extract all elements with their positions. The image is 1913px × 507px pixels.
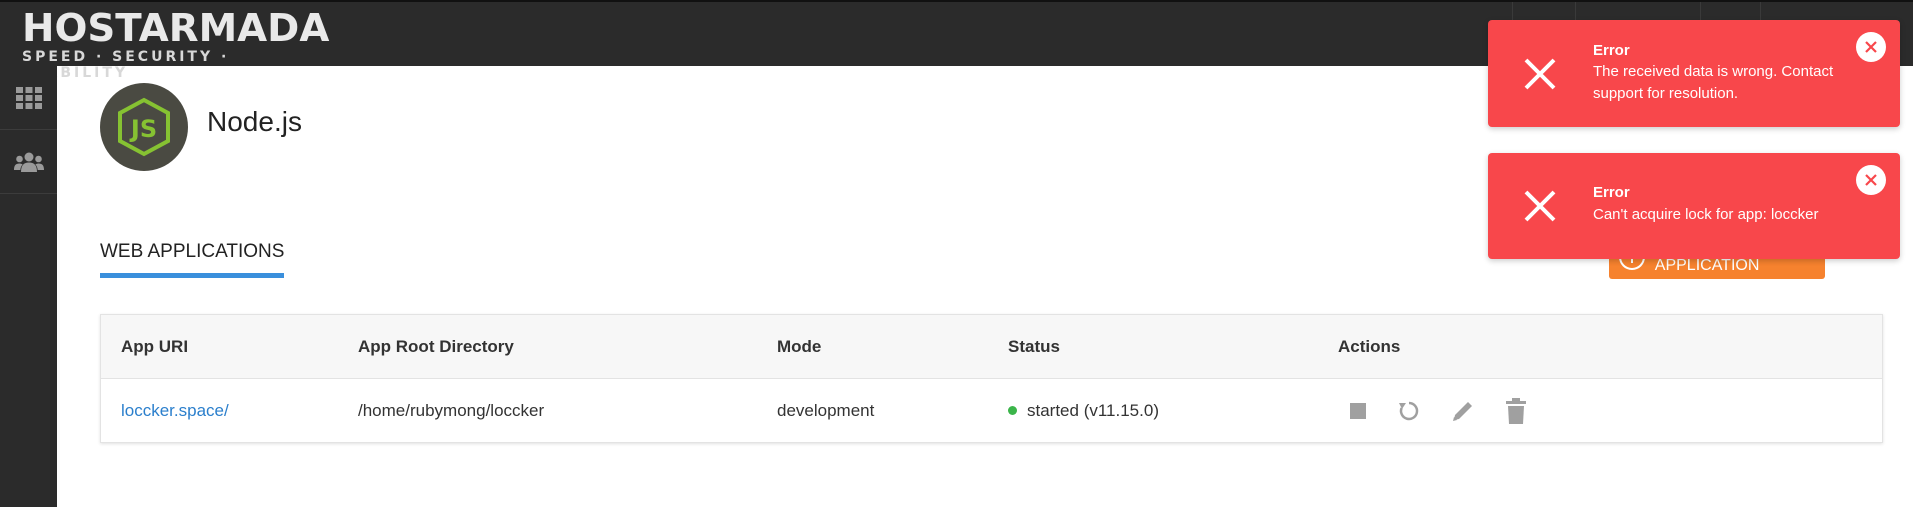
svg-text:JS: JS <box>129 115 157 143</box>
status-text: started (v11.15.0) <box>1027 400 1159 420</box>
grid-icon <box>15 86 42 109</box>
sidebar <box>0 66 57 507</box>
delete-icon[interactable] <box>1505 397 1527 424</box>
error-x-icon <box>1524 58 1556 90</box>
app-uri-link[interactable]: loccker.space/ <box>121 401 229 420</box>
toast-title: Error <box>1593 42 1630 59</box>
tab-web-applications[interactable]: WEB APPLICATIONS <box>100 238 285 278</box>
column-header: App URI <box>121 336 189 356</box>
toast-title: Error <box>1593 184 1630 201</box>
hostarmada-logo[interactable]: HOSTARMADA SPEED · SECURITY · STABILITY <box>22 8 342 81</box>
toast-message: Can't acquire lock for app: loccker <box>1593 206 1819 223</box>
stop-icon[interactable] <box>1348 401 1368 421</box>
error-x-icon <box>1524 190 1556 222</box>
main-content: JS Node.js WEB APPLICATIONS CREATE APPLI… <box>57 66 1913 507</box>
sidebar-item-apps[interactable] <box>0 66 57 130</box>
error-toast: Error Can't acquire lock for app: loccke… <box>1488 153 1900 259</box>
restart-icon[interactable] <box>1397 399 1421 423</box>
app-mode: development <box>777 400 875 420</box>
app-root-directory: /home/rubymong/loccker <box>358 400 545 420</box>
table-row: loccker.space/ /home/rubymong/loccker de… <box>101 379 1882 442</box>
edit-icon[interactable] <box>1450 398 1476 424</box>
app-status: started (v11.15.0) <box>1008 401 1338 421</box>
row-actions <box>1338 397 1878 424</box>
logo-text: HOSTARMADA <box>22 6 330 50</box>
users-icon <box>13 152 44 172</box>
sidebar-item-users[interactable] <box>0 130 57 194</box>
toast-close-button[interactable] <box>1856 165 1886 195</box>
column-header: Status <box>1008 336 1060 356</box>
table-header: App URI App Root Directory Mode Status A… <box>101 315 1882 379</box>
toast-close-button[interactable] <box>1856 32 1886 62</box>
column-header: Mode <box>777 336 822 356</box>
column-header: App Root Directory <box>358 336 514 356</box>
error-toast: Error The received data is wrong. Contac… <box>1488 20 1900 127</box>
close-icon <box>1865 174 1877 186</box>
column-header: Actions <box>1338 336 1401 356</box>
status-dot-icon <box>1008 406 1017 415</box>
toast-message: The received data is wrong. Contact supp… <box>1593 63 1834 102</box>
nodejs-icon: JS <box>100 83 188 171</box>
close-icon <box>1865 41 1877 53</box>
page-title: Node.js <box>207 106 302 137</box>
applications-table: App URI App Root Directory Mode Status A… <box>100 314 1883 443</box>
